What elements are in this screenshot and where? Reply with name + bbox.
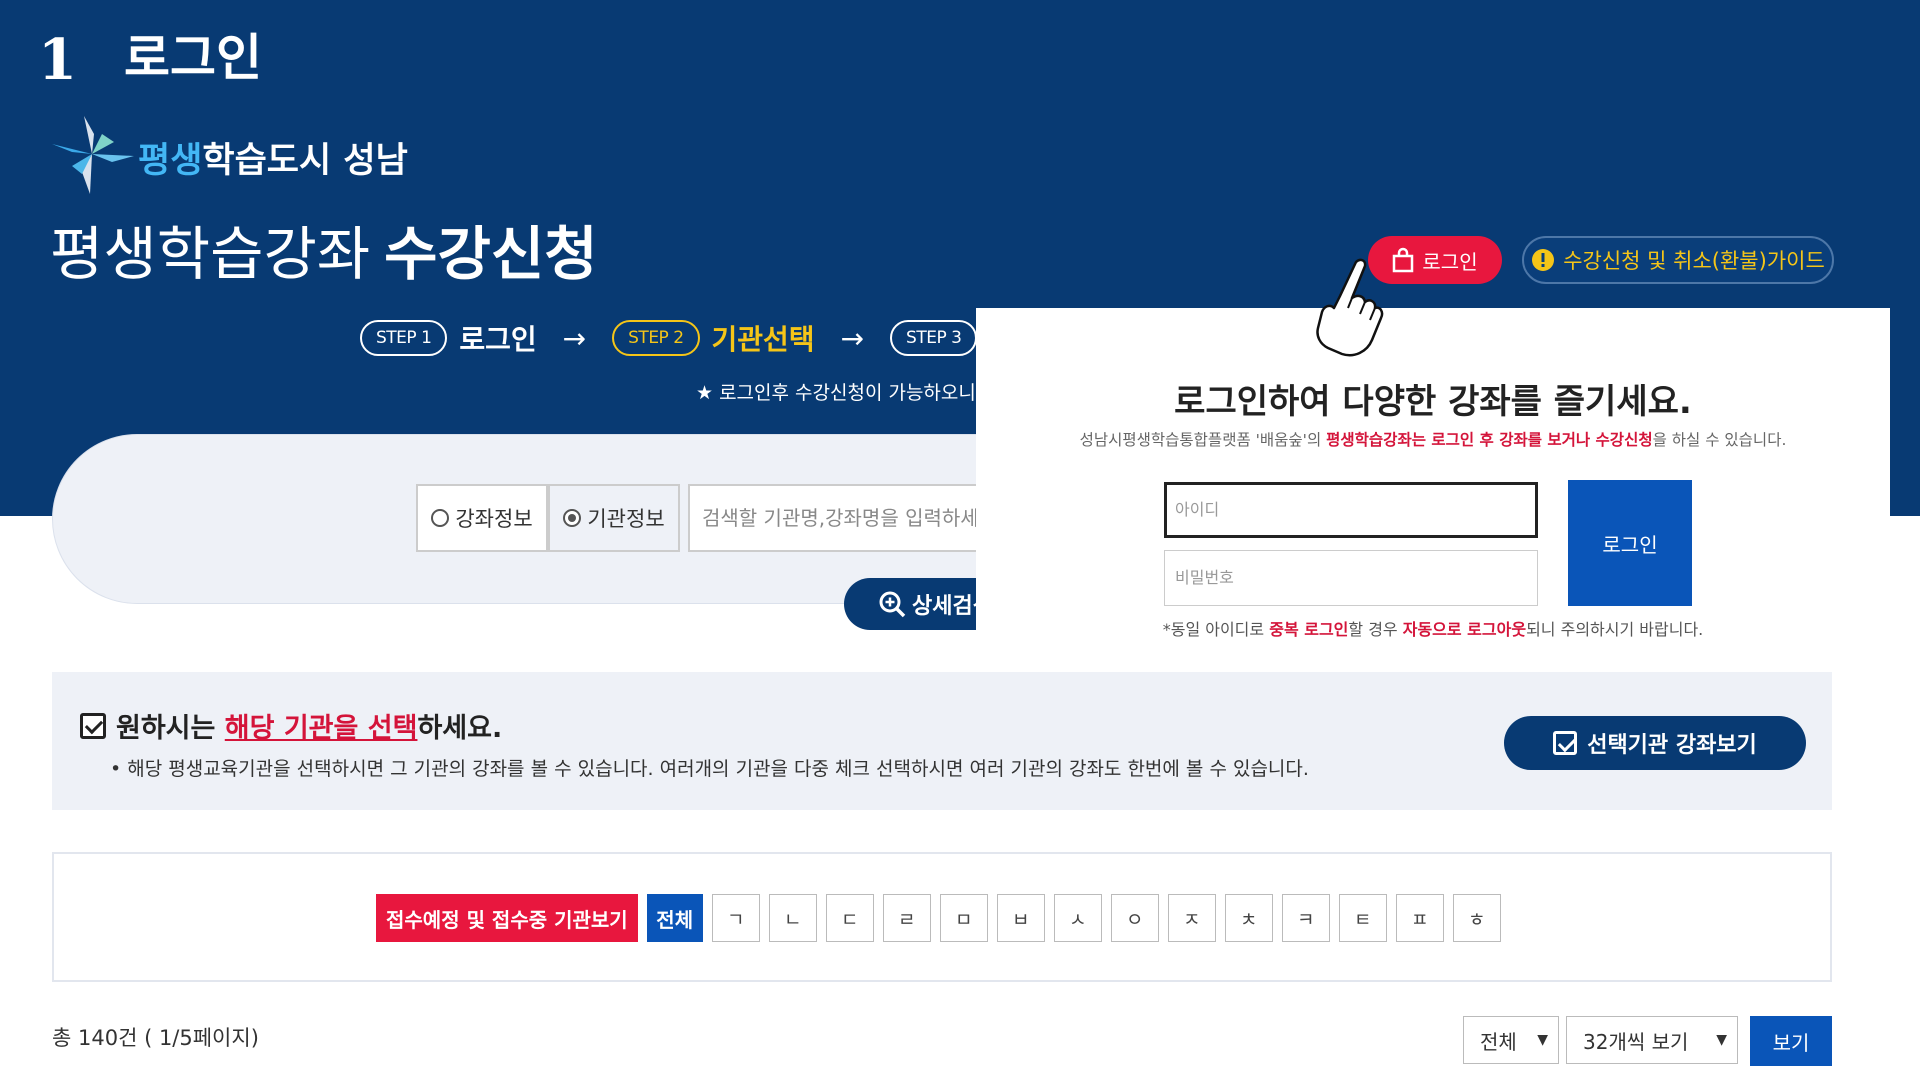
view-selected-courses-button[interactable]: 선택기관 강좌보기 (1504, 716, 1806, 770)
chevron-down-icon: ▼ (1537, 1032, 1548, 1048)
city-logo[interactable]: 평생학습도시 성남 (50, 112, 450, 202)
step-2-pill: STEP 2 (612, 320, 700, 356)
page-title: 평생학습강좌 수강신청 (50, 220, 598, 288)
arrow-right-icon: → (562, 321, 587, 355)
consonant-filter-box: 접수예정 및 접수중 기관보기 전체 ㄱ ㄴ ㄷ ㄹ ㅁ ㅂ ㅅ ㅇ ㅈ ㅊ ㅋ… (52, 852, 1832, 982)
duplicate-login-note: *동일 아이디로 중복 로그인할 경우 자동으로 로그아웃되니 주의하시기 바랍… (1162, 620, 1704, 639)
consonant-button[interactable]: ㅊ (1224, 894, 1273, 942)
radio-institution-label: 기관정보 (587, 507, 665, 531)
pinwheel-logo-icon (52, 116, 134, 194)
consonant-button[interactable]: ㄷ (825, 894, 874, 942)
checkbox-icon (1553, 731, 1578, 755)
radio-institution-info[interactable]: 기관정보 (548, 484, 680, 552)
password-input[interactable]: 비밀번호 (1164, 550, 1538, 606)
reception-filter-button[interactable]: 접수예정 및 접수중 기관보기 (376, 894, 638, 942)
radio-course-info[interactable]: 강좌정보 (416, 484, 548, 552)
category-select[interactable]: 전체 ▼ (1463, 1016, 1559, 1064)
id-input[interactable]: 아이디 (1164, 482, 1538, 538)
institution-select-section: 원하시는 해당 기관을 선택하세요. • 해당 평생교육기관을 선택하시면 그 … (52, 672, 1832, 810)
step-label: 로그인 (124, 29, 262, 87)
modal-title: 로그인하여 다양한 강좌를 즐기세요. (1174, 382, 1692, 422)
login-notice: ★ 로그인후 수강신청이 가능하오니 (696, 382, 976, 404)
pointer-hand-icon (1316, 258, 1384, 357)
filter-row: 접수예정 및 접수중 기관보기 전체 ㄱ ㄴ ㄷ ㄹ ㅁ ㅂ ㅅ ㅇ ㅈ ㅊ ㅋ… (376, 894, 1501, 942)
step-2-name: 기관선택 (711, 323, 815, 356)
view-selected-label: 선택기관 강좌보기 (1587, 733, 1757, 758)
consonant-button[interactable]: ㅅ (1053, 894, 1102, 942)
header-login-label: 로그인 (1422, 249, 1478, 274)
alert-icon (1532, 249, 1555, 271)
arrow-right-icon: → (840, 321, 865, 355)
consonant-button[interactable]: ㅁ (939, 894, 988, 942)
header-login-button[interactable]: 로그인 (1368, 236, 1502, 284)
logo-text: 평생학습도시 성남 (138, 141, 408, 181)
consonant-button[interactable]: ㄱ (711, 894, 760, 942)
consonant-button[interactable]: ㅌ (1338, 894, 1387, 942)
page-size-select[interactable]: 32개씩 보기 ▼ (1566, 1016, 1738, 1064)
radio-course-label: 강좌정보 (455, 507, 533, 531)
step-1-name: 로그인 (459, 323, 537, 356)
checkbox-icon (80, 712, 106, 739)
consonant-button[interactable]: ㅈ (1167, 894, 1216, 942)
guide-button[interactable]: 수강신청 및 취소(환불)가이드 (1522, 236, 1834, 284)
guide-label: 수강신청 및 취소(환불)가이드 (1563, 249, 1825, 273)
select-heading: 원하시는 해당 기관을 선택하세요. (80, 706, 502, 745)
step-number: 1 (38, 27, 77, 93)
step-indicator: STEP 1 로그인 → STEP 2 기관선택 → STEP 3 (360, 318, 978, 358)
select-description: • 해당 평생교육기관을 선택하시면 그 기관의 강좌를 볼 수 있습니다. 여… (110, 758, 1309, 780)
consonant-button[interactable]: ㄴ (768, 894, 817, 942)
radio-checked-icon (563, 509, 582, 527)
consonant-button[interactable]: ㄹ (882, 894, 931, 942)
login-modal: 로그인하여 다양한 강좌를 즐기세요. 성남시평생학습통합플랫폼 '배움숲'의 … (976, 308, 1890, 702)
view-button[interactable]: 보기 (1750, 1016, 1832, 1066)
search-input[interactable]: 검색할 기관명,강좌명을 입력하세요 (688, 484, 978, 552)
modal-description: 성남시평생학습통합플랫폼 '배움숲'의 평생학습강좌는 로그인 후 강좌를 보거… (1079, 431, 1787, 449)
search-type-radios: 강좌정보 기관정보 (416, 484, 680, 552)
total-count: 총 140건 ( 1/5페이지) (52, 1026, 259, 1050)
filter-all-button[interactable]: 전체 (646, 894, 703, 942)
consonant-button[interactable]: ㅎ (1452, 894, 1501, 942)
shopping-bag-icon (1393, 247, 1414, 273)
page-size-value: 32개씩 보기 (1583, 1029, 1689, 1054)
radio-icon (431, 509, 450, 527)
zoom-in-icon (879, 591, 906, 618)
step-1-pill: STEP 1 (360, 320, 448, 356)
step-3-pill: STEP 3 (890, 320, 978, 356)
modal-login-button[interactable]: 로그인 (1568, 480, 1692, 606)
chevron-down-icon: ▼ (1716, 1032, 1727, 1048)
consonant-button[interactable]: ㅍ (1395, 894, 1444, 942)
category-select-value: 전체 (1480, 1029, 1517, 1054)
consonant-button[interactable]: ㅂ (996, 894, 1045, 942)
consonant-button[interactable]: ㅇ (1110, 894, 1159, 942)
consonant-button[interactable]: ㅋ (1281, 894, 1330, 942)
